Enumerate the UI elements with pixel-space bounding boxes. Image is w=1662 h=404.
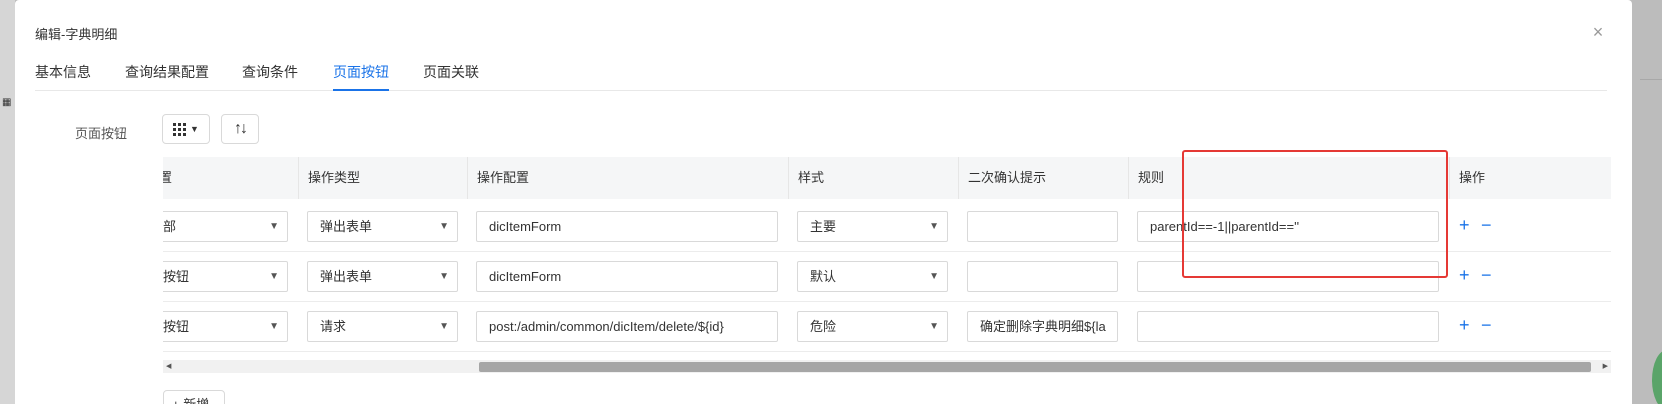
column-header-style: 样式 <box>798 170 825 185</box>
column-header-position: 置 <box>163 170 173 185</box>
close-icon[interactable]: × <box>1590 23 1606 41</box>
column-header-confirm: 二次确认提示 <box>968 170 1047 185</box>
table-row: 顶部▼ 弹出表单▼ dicItemForm 主要▼ parentId==-1||… <box>163 199 1611 252</box>
chevron-down-icon: ▼ <box>269 321 279 332</box>
confirm-input[interactable] <box>967 211 1118 242</box>
column-header-actions: 操作 <box>1459 170 1486 185</box>
op-config-input[interactable]: dicItemForm <box>476 261 778 292</box>
style-select[interactable]: 默认 ▼ <box>797 261 948 292</box>
tab-page-relations[interactable]: 页面关联 <box>423 62 479 82</box>
confirm-input[interactable]: 确定删除字典明细${la <box>967 311 1118 342</box>
confirm-input[interactable] <box>967 261 1118 292</box>
remove-row-icon[interactable]: − <box>1481 299 1492 352</box>
column-settings-button[interactable]: ▼ <box>162 114 210 144</box>
op-type-select[interactable]: 请求 ▼ <box>307 311 458 342</box>
style-select[interactable]: 主要 ▼ <box>797 211 948 242</box>
add-button[interactable]: + 新增 <box>163 390 225 404</box>
chevron-down-icon: ▼ <box>439 221 449 232</box>
rule-input[interactable]: parentId==-1||parentId=='' <box>1137 211 1439 242</box>
chevron-down-icon: ▼ <box>929 271 939 282</box>
grid-icon: ▦ <box>2 97 12 108</box>
dialog-title: 编辑-字典明细 <box>35 27 118 42</box>
plus-icon: + <box>172 397 180 404</box>
chevron-down-icon: ▼ <box>929 321 939 332</box>
add-row-icon[interactable]: + <box>1459 199 1470 252</box>
chevron-down-icon: ▼ <box>269 271 279 282</box>
horizontal-scrollbar[interactable]: ◀ ▶ <box>163 360 1611 373</box>
op-config-input[interactable]: post:/admin/common/dicItem/delete/${id} <box>476 311 778 342</box>
sort-button[interactable]: ↑↓ <box>221 114 259 144</box>
add-row-icon[interactable]: + <box>1459 249 1470 302</box>
scroll-left-icon[interactable]: ◀ <box>166 360 171 373</box>
position-select[interactable]: 行按钮▼ <box>163 311 288 342</box>
tab-query-result-config[interactable]: 查询结果配置 <box>125 62 209 82</box>
remove-row-icon[interactable]: − <box>1481 199 1492 252</box>
tab-basic-info[interactable]: 基本信息 <box>35 62 91 82</box>
tab-query-conditions[interactable]: 查询条件 <box>242 62 298 82</box>
table-row: 行按钮▼ 弹出表单▼ dicItemForm 默认▼ + − <box>163 249 1611 302</box>
style-select[interactable]: 危险 ▼ <box>797 311 948 342</box>
chevron-down-icon: ▼ <box>439 271 449 282</box>
edit-dialog: 编辑-字典明细 × 基本信息 查询结果配置 查询条件 页面按钮 页面关联 页面按… <box>15 0 1632 404</box>
scrollbar-thumb[interactable] <box>479 362 1591 372</box>
add-button-label: 新增 <box>183 397 209 404</box>
active-tab-indicator <box>333 89 389 91</box>
op-type-select[interactable]: 弹出表单 ▼ <box>307 261 458 292</box>
tab-page-buttons[interactable]: 页面按钮 <box>333 62 389 82</box>
column-header-rule: 规则 <box>1138 170 1165 185</box>
add-row-icon[interactable]: + <box>1459 299 1470 352</box>
chevron-down-icon: ▼ <box>269 221 279 232</box>
page-buttons-label: 页面按钮 <box>75 126 128 141</box>
buttons-table: 置 操作类型 操作配置 样式 二次确认提示 规则 操作 顶部▼ 弹出表单▼ di… <box>163 157 1611 373</box>
table-header: 置 操作类型 操作配置 样式 二次确认提示 规则 操作 <box>163 157 1611 199</box>
op-type-select[interactable]: 弹出表单 ▼ <box>307 211 458 242</box>
op-config-input[interactable]: dicItemForm <box>476 211 778 242</box>
chevron-down-icon: ▼ <box>439 321 449 332</box>
table-row: 行按钮▼ 请求▼ post:/admin/common/dicItem/dele… <box>163 299 1611 352</box>
tab-bar: 基本信息 查询结果配置 查询条件 页面按钮 页面关联 <box>35 56 1607 91</box>
column-header-op-config: 操作配置 <box>477 170 530 185</box>
chevron-down-icon: ▼ <box>929 221 939 232</box>
rule-input[interactable] <box>1137 311 1439 342</box>
position-select[interactable]: 行按钮▼ <box>163 261 288 292</box>
chevron-down-icon: ▼ <box>190 124 199 134</box>
scroll-right-icon[interactable]: ▶ <box>1603 360 1608 373</box>
background-page-edge <box>0 0 15 404</box>
sort-icon: ↑↓ <box>234 120 248 137</box>
grid-icon <box>173 122 187 136</box>
position-select[interactable]: 顶部▼ <box>163 211 288 242</box>
rule-input[interactable] <box>1137 261 1439 292</box>
background-divider <box>1640 0 1662 80</box>
column-header-op-type: 操作类型 <box>308 170 361 185</box>
remove-row-icon[interactable]: − <box>1481 249 1492 302</box>
